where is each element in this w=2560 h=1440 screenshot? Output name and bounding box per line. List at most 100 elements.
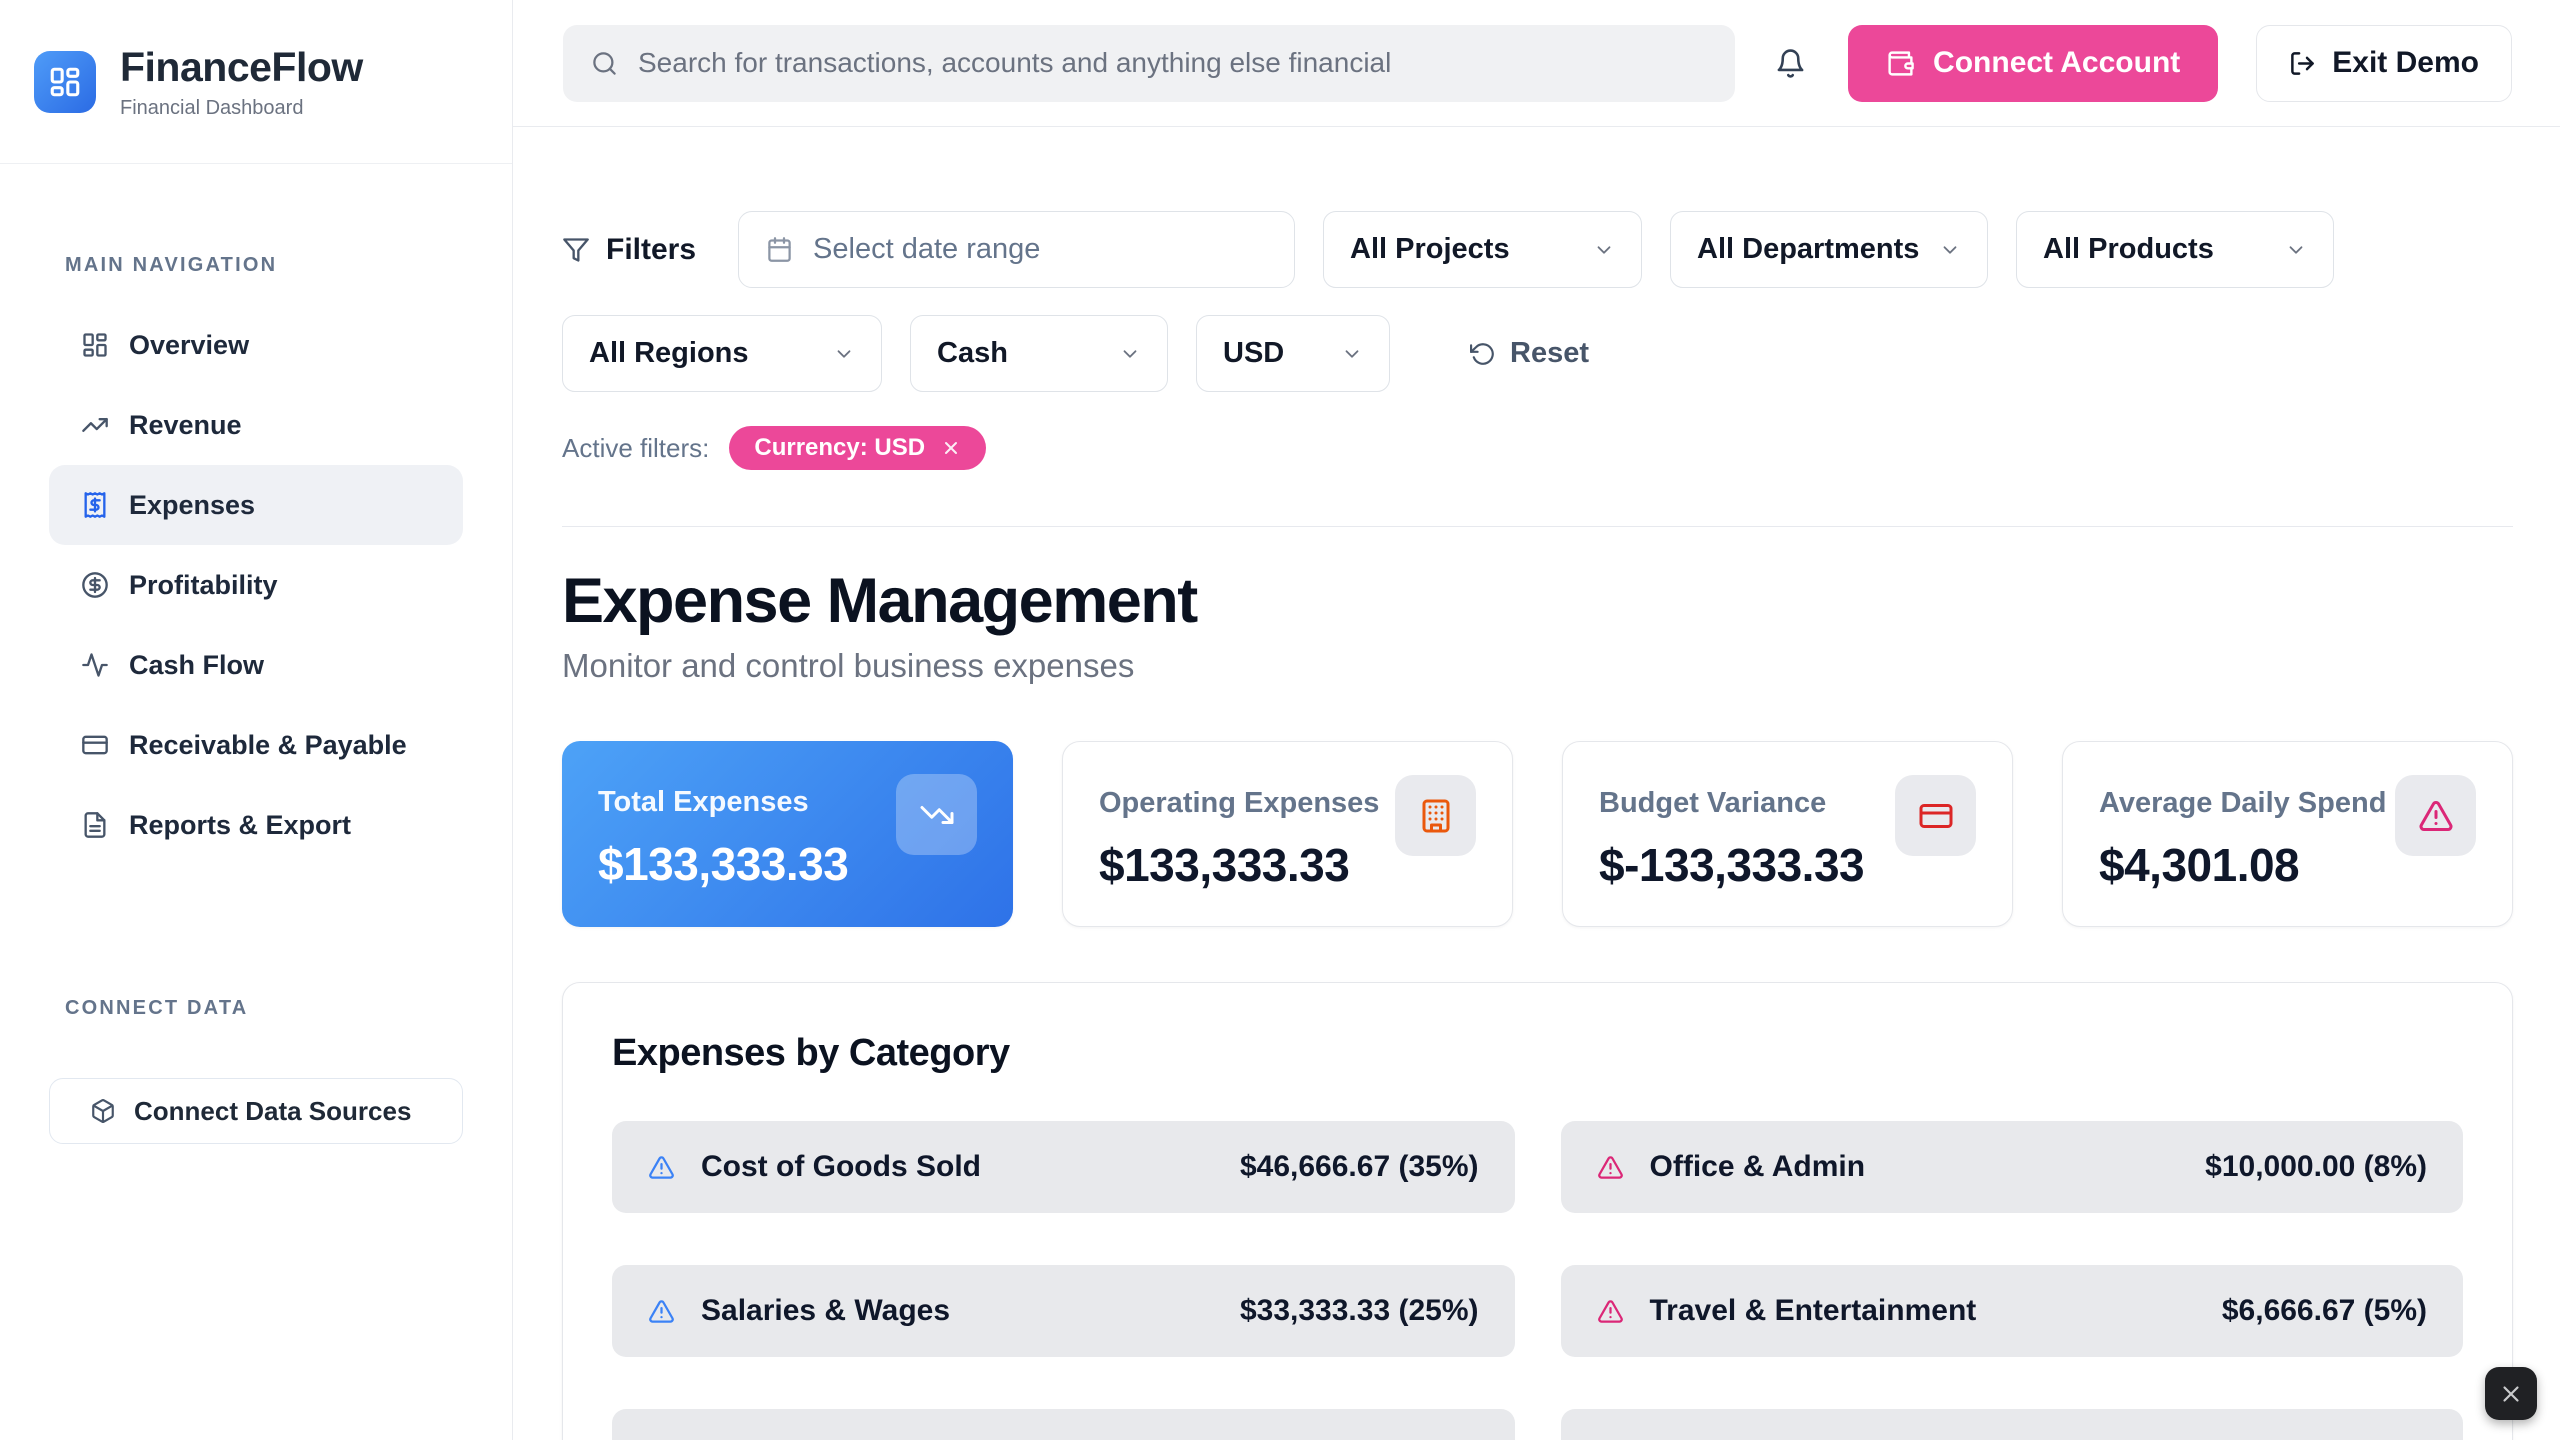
chevron-down-icon <box>1341 343 1363 365</box>
category-row-salaries-wages[interactable]: Salaries & Wages $33,333.33 (25%) <box>612 1265 1515 1357</box>
sidebar-item-cash-flow[interactable]: Cash Flow <box>49 625 463 705</box>
exit-demo-label: Exit Demo <box>2332 46 2479 80</box>
building-icon <box>1395 775 1476 856</box>
app-root: FinanceFlow Financial Dashboard MAIN NAV… <box>0 0 2560 1440</box>
bell-icon <box>1775 48 1806 79</box>
x-icon <box>2498 1381 2524 1407</box>
category-row-cost-of-goods-sold[interactable]: Cost of Goods Sold $46,666.67 (35%) <box>612 1121 1515 1213</box>
active-filter-chip-currency[interactable]: Currency: USD <box>729 426 986 470</box>
category-value: $33,333.33 (25%) <box>1240 1294 1479 1328</box>
active-filters-row: Active filters: Currency: USD <box>562 426 2513 470</box>
regions-select[interactable]: All Regions <box>562 315 882 392</box>
sidebar-item-reports-export[interactable]: Reports & Export <box>49 785 463 865</box>
sidebar-item-label: Cash Flow <box>129 650 264 681</box>
stat-value: $133,333.33 <box>598 837 848 891</box>
date-range-placeholder: Select date range <box>813 233 1040 266</box>
stat-cards: Total Expenses $133,333.33 Operating Exp… <box>562 741 2513 927</box>
category-name: Cost of Goods Sold <box>701 1150 981 1184</box>
alert-triangle-icon <box>648 1154 675 1181</box>
sidebar-item-label: Receivable & Payable <box>129 730 407 761</box>
currency-select[interactable]: USD <box>1196 315 1390 392</box>
wallet-icon <box>1886 49 1915 78</box>
x-icon[interactable] <box>941 438 961 458</box>
close-button[interactable] <box>2485 1367 2537 1420</box>
receipt-icon <box>81 491 109 519</box>
activity-icon <box>81 651 109 679</box>
rotate-ccw-icon <box>1470 341 1496 367</box>
connect-section-title: CONNECT DATA <box>65 997 463 1020</box>
search-input[interactable] <box>638 47 1707 79</box>
search-icon <box>591 50 618 77</box>
sidebar-item-label: Revenue <box>129 410 242 441</box>
sidebar-item-revenue[interactable]: Revenue <box>49 385 463 465</box>
stat-card-budget-variance[interactable]: Budget Variance $-133,333.33 <box>1562 741 2013 927</box>
exit-demo-button[interactable]: Exit Demo <box>2256 25 2512 102</box>
active-filters-label: Active filters: <box>562 433 709 464</box>
category-name: Office & Admin <box>1650 1150 1866 1184</box>
stat-value: $-133,333.33 <box>1599 838 1864 892</box>
file-text-icon <box>81 811 109 839</box>
app-title: FinanceFlow <box>120 44 363 91</box>
reset-filters-button[interactable]: Reset <box>1470 337 1589 370</box>
sidebar-item-profitability[interactable]: Profitability <box>49 545 463 625</box>
date-range-input[interactable]: Select date range <box>738 211 1295 288</box>
chevron-down-icon <box>1939 239 1961 261</box>
stat-card-operating-expenses[interactable]: Operating Expenses $133,333.33 <box>1062 741 1513 927</box>
sidebar-item-overview[interactable]: Overview <box>49 305 463 385</box>
nav-section-title: MAIN NAVIGATION <box>65 254 463 277</box>
stat-label: Operating Expenses <box>1099 787 1379 820</box>
filters-row-2: All Regions Cash USD Reset <box>562 315 2513 392</box>
products-select[interactable]: All Products <box>2016 211 2334 288</box>
category-grid: Cost of Goods Sold $46,666.67 (35%) Offi… <box>612 1121 2463 1440</box>
trending-up-icon <box>81 411 109 439</box>
credit-card-icon <box>81 731 109 759</box>
top-bar: Connect Account Exit Demo <box>513 0 2560 127</box>
category-row-marketing[interactable]: Marketing $20,000.00 (15%) <box>612 1409 1515 1440</box>
sidebar-item-label: Reports & Export <box>129 810 351 841</box>
stat-value: $133,333.33 <box>1099 838 1379 892</box>
sidebar-item-label: Expenses <box>129 490 255 521</box>
connect-data-sources-button[interactable]: Connect Data Sources <box>49 1078 463 1144</box>
payment-method-select[interactable]: Cash <box>910 315 1168 392</box>
search-bar[interactable] <box>563 25 1735 102</box>
connect-account-button[interactable]: Connect Account <box>1848 25 2218 102</box>
category-row-travel-entertainment[interactable]: Travel & Entertainment $6,666.67 (5%) <box>1561 1265 2464 1357</box>
logout-icon <box>2289 50 2316 77</box>
stat-card-average-daily-spend[interactable]: Average Daily Spend $4,301.08 <box>2062 741 2513 927</box>
alert-triangle-icon <box>1597 1154 1624 1181</box>
category-value: $10,000.00 (8%) <box>2205 1150 2427 1184</box>
stat-label: Average Daily Spend <box>2099 787 2386 820</box>
app-logo <box>34 51 96 113</box>
sidebar-item-label: Overview <box>129 330 249 361</box>
sidebar-item-receivable-payable[interactable]: Receivable & Payable <box>49 705 463 785</box>
content: Filters Select date range All Projects A… <box>513 127 2560 1440</box>
dashboard-grid-icon <box>81 331 109 359</box>
alert-triangle-icon <box>2395 775 2476 856</box>
expenses-by-category-card: Expenses by Category Cost of Goods Sold … <box>562 982 2513 1440</box>
main-column: Connect Account Exit Demo Filters Select… <box>513 0 2560 1440</box>
category-card-title: Expenses by Category <box>612 1032 2463 1075</box>
departments-select[interactable]: All Departments <box>1670 211 1988 288</box>
notifications-button[interactable] <box>1771 44 1810 83</box>
category-name: Salaries & Wages <box>701 1294 950 1328</box>
sidebar-item-expenses[interactable]: Expenses <box>49 465 463 545</box>
dashboard-grid-icon <box>48 65 82 99</box>
stat-label: Budget Variance <box>1599 787 1864 820</box>
projects-select[interactable]: All Projects <box>1323 211 1642 288</box>
connect-account-label: Connect Account <box>1933 46 2180 80</box>
dollar-circle-icon <box>81 571 109 599</box>
alert-triangle-icon <box>648 1298 675 1325</box>
sidebar-item-label: Profitability <box>129 570 278 601</box>
stat-card-total-expenses[interactable]: Total Expenses $133,333.33 <box>562 741 1013 927</box>
reset-label: Reset <box>1510 337 1589 370</box>
filters-row-1: Filters Select date range All Projects A… <box>562 211 2513 288</box>
chevron-down-icon <box>833 343 855 365</box>
trending-down-icon <box>896 774 977 855</box>
stat-value: $4,301.08 <box>2099 838 2386 892</box>
calendar-icon <box>766 236 793 263</box>
alert-triangle-icon <box>1597 1298 1624 1325</box>
section-divider <box>562 526 2513 527</box>
page-subtitle: Monitor and control business expenses <box>562 647 2513 685</box>
category-row-professional-services[interactable]: Professional Services $3,333.33 (3%) <box>1561 1409 2464 1440</box>
category-row-office-admin[interactable]: Office & Admin $10,000.00 (8%) <box>1561 1121 2464 1213</box>
